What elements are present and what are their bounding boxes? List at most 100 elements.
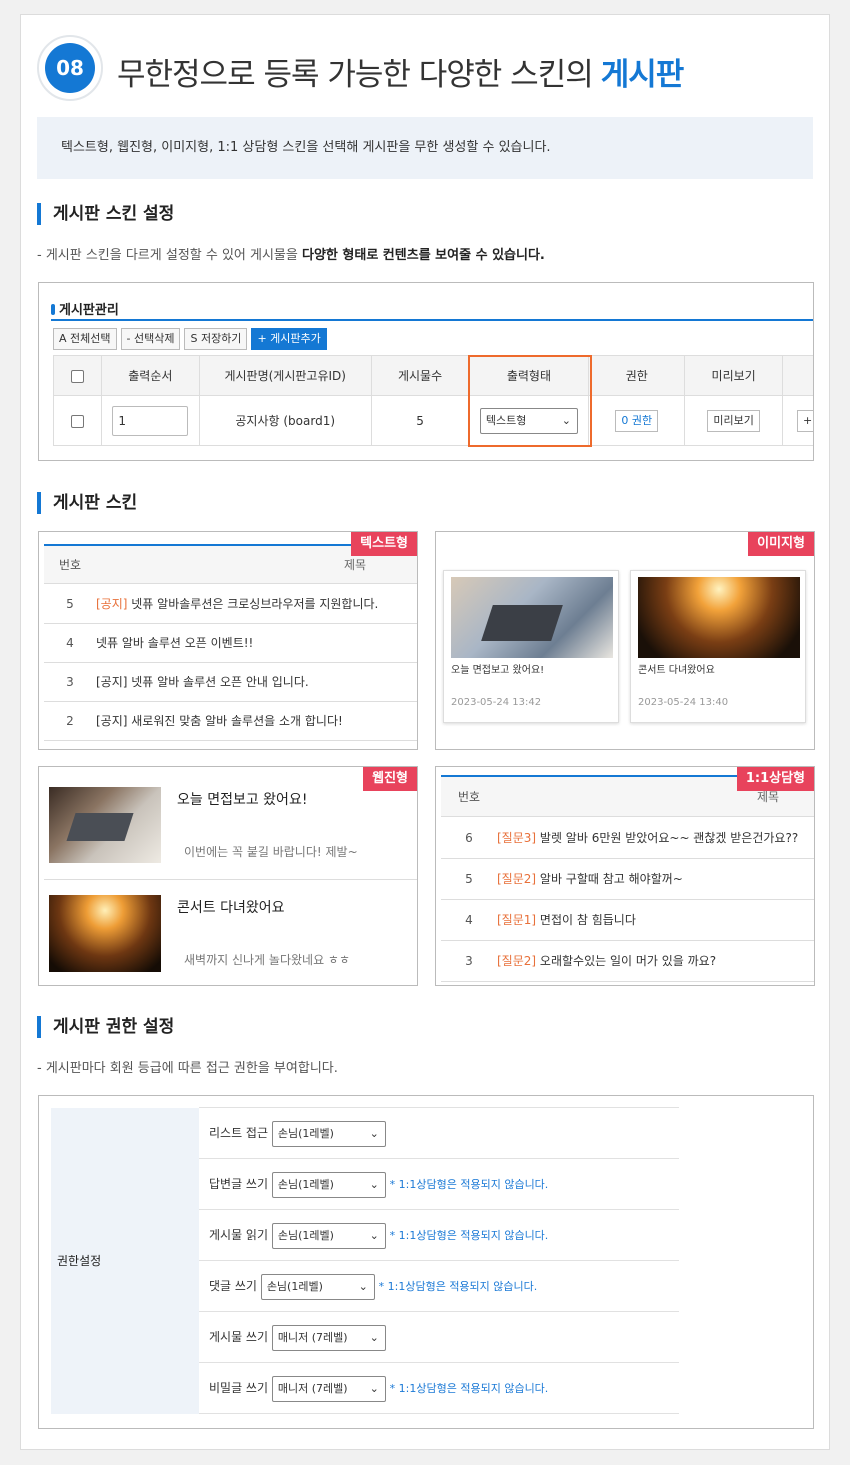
table-header-row: 출력순서 게시판명(게시판고유ID) 게시물수 출력형태 권한 미리보기 xyxy=(53,355,813,396)
select-all-button[interactable]: A 전체선택 xyxy=(53,328,117,350)
order-input[interactable]: 1 xyxy=(112,405,189,436)
title-text: 무한정으로 등록 가능한 다양한 스킨의 xyxy=(117,57,594,93)
row-no: 4 xyxy=(66,636,74,650)
col-no: 번호 xyxy=(457,790,481,804)
row-prefix: [질문2] xyxy=(497,872,537,886)
section-title-board-skin: 게시판 스킨 xyxy=(37,492,137,514)
permission-value: 손님(1레벨) xyxy=(277,1228,334,1242)
row-no: 5 xyxy=(66,597,74,611)
admin-toolbar: A 전체선택 - 선택삭제 S 저장하기 + 게시판추가 xyxy=(53,328,331,350)
skin-tag-qa: 1:1상담형 xyxy=(736,767,814,791)
list-item[interactable]: 2 [공지] 새로워진 맞춤 알바 솔루션을 소개 합니다! xyxy=(44,702,417,741)
permission-select[interactable]: 매니저 (7레벨) ⌄ xyxy=(271,1375,386,1402)
laptop-photo xyxy=(49,787,161,863)
delete-selected-button[interactable]: - 선택삭제 xyxy=(120,328,181,350)
permission-note: * 1:1상담형은 적용되지 않습니다. xyxy=(389,1178,549,1191)
permission-select[interactable]: 손님(1레벨) ⌄ xyxy=(260,1273,375,1300)
row-prefix: [공지] xyxy=(96,597,128,611)
permission-note: * 1:1상담형은 적용되지 않습니다. xyxy=(389,1229,549,1242)
section-number-badge: 08 xyxy=(37,35,103,101)
admin-panel-title: 게시판관리 xyxy=(59,303,119,318)
row-title: [공지] 넷퓨 알바 솔루션 오픈 안내 입니다. xyxy=(96,675,309,689)
permission-select[interactable]: 손님(1레벨) ⌄ xyxy=(271,1171,386,1198)
permission-row: 답변글 쓰기 손님(1레벨) ⌄ * 1:1상담형은 적용되지 않습니다. xyxy=(199,1159,679,1210)
badge-number: 08 xyxy=(45,43,95,93)
permission-note: * 1:1상담형은 적용되지 않습니다. xyxy=(389,1382,549,1395)
image-skin-panel: 오늘 면접보고 왔어요! 2023-05-24 13:42 콘서트 다녀왔어요 … xyxy=(435,531,815,750)
image-card[interactable]: 콘서트 다녀왔어요 2023-05-24 13:40 xyxy=(630,570,806,723)
feature-page: 08 무한정으로 등록 가능한 다양한 스킨의 게시판 텍스트형, 웹진형, 이미… xyxy=(20,14,830,1450)
list-item[interactable]: 4 [질문1] 면접이 참 힘듭니다 xyxy=(441,900,814,941)
col-preview: 미리보기 xyxy=(684,355,784,396)
permission-label: 게시물 쓰기 xyxy=(209,1330,269,1344)
row-title: 발렛 알바 6만원 받았어요~~ 괜찮겠 받은건가요?? xyxy=(536,831,799,845)
row-title: 넷퓨 알바솔루션은 크로싱브라우저를 지원합니다. xyxy=(127,597,379,611)
col-board-name: 게시판명(게시판고유ID) xyxy=(198,355,372,396)
image-card[interactable]: 오늘 면접보고 왔어요! 2023-05-24 13:42 xyxy=(443,570,619,723)
permission-label: 게시물 읽기 xyxy=(209,1228,269,1242)
card-date: 2023-05-24 13:42 xyxy=(451,697,542,708)
permission-side-label: 권한설정 xyxy=(51,1108,199,1414)
list-item[interactable]: 5 [공지] 넷퓨 알바솔루션은 크로싱브라우저를 지원합니다. xyxy=(44,585,417,624)
select-all-checkbox[interactable] xyxy=(70,369,84,383)
webzine-item[interactable]: 콘서트 다녀왔어요 새벽까지 신나게 놀다왔네요 ㅎㅎ xyxy=(44,881,417,985)
row-title: 넷퓨 알바 솔루션 오픈 이벤트!! xyxy=(96,636,254,650)
webzine-item[interactable]: 오늘 면접보고 왔어요! 이번에는 꼭 붙길 바랍니다! 제발~ xyxy=(44,777,417,880)
chevron-down-icon: ⌄ xyxy=(369,1126,379,1140)
order-cell: 1 xyxy=(100,395,200,446)
skin-tag-webzine: 웹진형 xyxy=(363,767,417,791)
add-board-button[interactable]: + 게시판추가 xyxy=(251,328,327,350)
permission-button[interactable]: 0 권한 xyxy=(615,409,659,432)
section-desc-skin-settings: - 게시판 스킨을 다르게 설정할 수 있어 게시물을 다양한 형태로 컨텐츠를… xyxy=(37,244,545,263)
row-title: 면접이 참 힘듭니다 xyxy=(536,913,636,927)
permission-select[interactable]: 매니저 (7레벨) ⌄ xyxy=(271,1324,386,1351)
row-checkbox-cell xyxy=(53,395,102,446)
list-item[interactable]: 3 [공지] 넷퓨 알바 솔루션 오픈 안내 입니다. xyxy=(44,663,417,702)
permission-select[interactable]: 손님(1레벨) ⌄ xyxy=(271,1222,386,1249)
col-permission: 권한 xyxy=(588,355,686,396)
permission-label: 리스트 접근 xyxy=(209,1126,269,1140)
permission-row: 게시물 쓰기 매니저 (7레벨) ⌄ xyxy=(199,1312,679,1363)
permission-value: 매니저 (7레벨) xyxy=(277,1381,348,1395)
permission-note: * 1:1상담형은 적용되지 않습니다. xyxy=(378,1280,538,1293)
laptop-shape xyxy=(66,813,134,841)
chevron-down-icon: ⌄ xyxy=(369,1381,379,1395)
extra-button[interactable]: + xyxy=(797,409,813,432)
permission-select[interactable]: 손님(1레벨) ⌄ xyxy=(271,1120,386,1147)
permission-row: 비밀글 쓰기 매니저 (7레벨) ⌄ * 1:1상담형은 적용되지 않습니다. xyxy=(199,1363,679,1414)
list-item[interactable]: 5 [질문2] 알바 구할때 참고 해야할꺼~ xyxy=(441,859,814,900)
list-item[interactable]: 3 [질문2] 오래할수있는 일이 머가 있을 까요? xyxy=(441,941,814,982)
row-prefix: [질문2] xyxy=(497,954,537,968)
row-prefix: [질문3] xyxy=(497,831,537,845)
permission-panel: 권한설정 리스트 접근 손님(1레벨) ⌄ 답변글 쓰기 손님(1레벨) ⌄ * 1… xyxy=(38,1095,814,1429)
webzine-title: 콘서트 다녀왔어요 xyxy=(177,900,285,916)
col-order: 출력순서 xyxy=(100,355,200,396)
chevron-down-icon: ⌄ xyxy=(369,1177,379,1191)
table-row: 1 공지사항 (board1) 5 텍스트형 ⌄ 0 권한 미리보기 + xyxy=(53,395,813,446)
section-title-skin-settings: 게시판 스킨 설정 xyxy=(37,203,174,225)
permission-row: 게시물 읽기 손님(1레벨) ⌄ * 1:1상담형은 적용되지 않습니다. xyxy=(199,1210,679,1261)
save-button[interactable]: S 저장하기 xyxy=(184,328,248,350)
preview-button[interactable]: 미리보기 xyxy=(707,409,760,432)
list-item[interactable]: 4 넷퓨 알바 솔루션 오픈 이벤트!! xyxy=(44,624,417,663)
board-admin-panel: 게시판관리 A 전체선택 - 선택삭제 S 저장하기 + 게시판추가 출력순서 게시판… xyxy=(38,282,814,461)
row-no: 3 xyxy=(66,675,74,689)
section-desc-permissions: - 게시판마다 회원 등급에 따른 접근 권한을 부여합니다. xyxy=(37,1061,338,1076)
info-banner: 텍스트형, 웹진형, 이미지형, 1:1 상담형 스킨을 선택해 게시판을 무한… xyxy=(37,117,813,179)
board-name-cell: 공지사항 (board1) xyxy=(198,395,372,446)
page-title: 무한정으로 등록 가능한 다양한 스킨의 게시판 xyxy=(117,49,684,94)
preview-cell: 미리보기 xyxy=(684,395,784,446)
header-marker xyxy=(51,304,55,315)
list-item[interactable]: 6 [질문3] 발렛 알바 6만원 받았어요~~ 괜찮겠 받은건가요?? xyxy=(441,818,814,859)
skin-tag-image: 이미지형 xyxy=(748,532,814,556)
row-checkbox[interactable] xyxy=(70,414,84,428)
laptop-shape xyxy=(481,605,563,641)
concert-photo xyxy=(638,577,800,658)
extra-cell: + xyxy=(782,395,813,446)
col-post-count: 게시물수 xyxy=(370,355,470,396)
row-prefix: [질문1] xyxy=(497,913,537,927)
row-title: 오래할수있는 일이 머가 있을 까요? xyxy=(536,954,717,968)
card-title: 콘서트 다녀왔어요 xyxy=(638,665,715,676)
webzine-skin-panel: 오늘 면접보고 왔어요! 이번에는 꼭 붙길 바랍니다! 제발~ 콘서트 다녀왔… xyxy=(38,766,418,986)
row-no: 3 xyxy=(465,954,473,968)
